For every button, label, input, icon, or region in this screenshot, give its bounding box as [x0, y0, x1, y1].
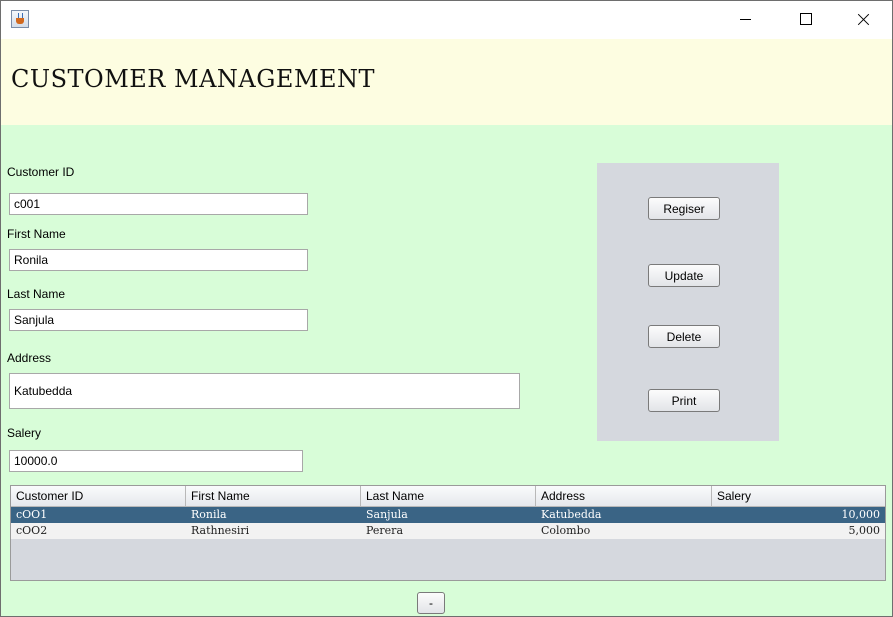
- last-name-field[interactable]: [9, 309, 308, 331]
- page-title: CUSTOMER MANAGEMENT: [11, 65, 376, 93]
- address-field[interactable]: [9, 373, 520, 409]
- print-button[interactable]: Print: [648, 389, 720, 412]
- delete-button[interactable]: Delete: [648, 325, 720, 348]
- salary-label: Salery: [7, 426, 42, 440]
- minimize-button[interactable]: [722, 1, 768, 39]
- cell-first-name: Rathnesiri: [191, 524, 250, 537]
- update-button[interactable]: Update: [648, 264, 720, 287]
- cell-salary: 10,000: [841, 508, 881, 521]
- column-header-salary[interactable]: Salery: [712, 486, 885, 506]
- cell-last-name: Sanjula: [366, 508, 408, 521]
- table-row[interactable]: cOO1 Ronila Sanjula Katubedda 10,000: [11, 507, 885, 523]
- cell-first-name: Ronila: [191, 508, 227, 521]
- salary-field[interactable]: [9, 450, 303, 472]
- address-label: Address: [7, 351, 52, 365]
- cell-salary: 5,000: [848, 524, 881, 537]
- maximize-button[interactable]: [782, 1, 828, 39]
- main-window: CUSTOMER MANAGEMENT Customer ID First Na…: [0, 0, 893, 617]
- customer-id-field[interactable]: [9, 193, 308, 215]
- close-button[interactable]: [841, 1, 887, 39]
- first-name-field[interactable]: [9, 249, 308, 271]
- header-panel: CUSTOMER MANAGEMENT: [1, 39, 892, 125]
- column-header-last-name[interactable]: Last Name: [361, 486, 536, 506]
- last-name-label: Last Name: [7, 287, 66, 301]
- customer-id-label: Customer ID: [7, 165, 75, 179]
- cell-customer-id: cOO1: [16, 508, 48, 521]
- column-header-first-name[interactable]: First Name: [186, 486, 361, 506]
- minus-button[interactable]: -: [417, 592, 445, 614]
- java-cup-icon: [11, 10, 29, 28]
- customer-table[interactable]: Customer ID First Name Last Name Address…: [10, 485, 886, 581]
- title-bar[interactable]: [1, 1, 892, 39]
- first-name-label: First Name: [7, 227, 66, 241]
- maximize-icon: [800, 13, 812, 25]
- cell-last-name: Perera: [366, 524, 404, 537]
- button-panel: Regiser Update Delete Print: [597, 163, 779, 441]
- table-row[interactable]: cOO2 Rathnesiri Perera Colombo 5,000: [11, 523, 885, 539]
- column-header-customer-id[interactable]: Customer ID: [11, 486, 186, 506]
- table-header: Customer ID First Name Last Name Address…: [11, 486, 885, 507]
- cell-address: Colombo: [541, 524, 591, 537]
- register-button[interactable]: Regiser: [648, 197, 720, 220]
- cell-address: Katubedda: [541, 508, 602, 521]
- minimize-icon: [740, 19, 751, 20]
- cell-customer-id: cOO2: [16, 524, 48, 537]
- column-header-address[interactable]: Address: [536, 486, 712, 506]
